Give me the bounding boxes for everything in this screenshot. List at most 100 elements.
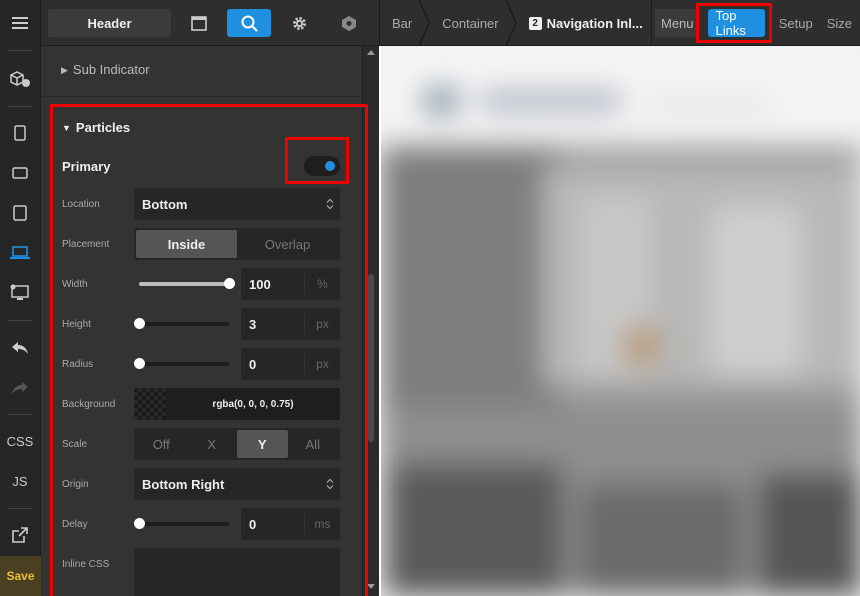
delay-value: 0 xyxy=(249,516,257,532)
tab-size[interactable]: Size xyxy=(821,9,858,37)
radius-label: Radius xyxy=(62,359,94,370)
gear-icon[interactable] xyxy=(277,9,321,37)
undo-icon[interactable] xyxy=(0,333,40,363)
delay-slider[interactable] xyxy=(134,518,229,529)
slider-thumb[interactable] xyxy=(134,318,145,329)
radius-slider[interactable] xyxy=(134,358,229,369)
breadcrumb-label: Container xyxy=(442,15,499,31)
css-button[interactable]: CSS xyxy=(0,426,40,456)
width-input[interactable]: 100 % xyxy=(241,268,340,300)
breadcrumb: Bar Container 2 Navigation Inl... xyxy=(379,0,655,46)
js-label: JS xyxy=(12,473,28,489)
breadcrumb-current-label: Navigation Inl... xyxy=(546,15,643,31)
placement-segmented: Inside Overlap xyxy=(134,228,340,260)
section-title: Particles xyxy=(75,120,131,135)
scale-all-option[interactable]: All xyxy=(288,430,339,458)
origin-value: Bottom Right xyxy=(142,476,225,492)
desktop-icon[interactable] xyxy=(0,278,40,308)
slider-thumb[interactable] xyxy=(224,278,235,289)
save-label: Save xyxy=(6,569,35,583)
phone-portrait-icon[interactable] xyxy=(0,118,40,148)
settings-panel: ▶ Sub Indicator ▼ Particles Primary Locati… xyxy=(41,46,362,596)
width-label: Width xyxy=(62,279,88,290)
tab-label: Setup xyxy=(778,15,813,31)
radius-value: 0 xyxy=(249,356,257,372)
delay-input[interactable]: 0 ms xyxy=(241,508,340,540)
site-preview[interactable] xyxy=(379,46,860,596)
header-button[interactable]: Header xyxy=(48,9,171,37)
tab-label: Size xyxy=(826,15,852,31)
laptop-icon[interactable] xyxy=(0,238,40,268)
blurred-preview-image xyxy=(381,46,860,596)
hexagon-icon[interactable] xyxy=(327,9,371,37)
delay-unit: ms xyxy=(304,514,340,534)
height-label: Height xyxy=(62,319,91,330)
element-number-badge: 2 xyxy=(528,16,542,30)
origin-label: Origin xyxy=(62,479,89,490)
updown-arrows-icon xyxy=(320,188,340,220)
tab-menu[interactable]: Menu xyxy=(655,9,700,37)
particles-section-toggle[interactable]: ▼ Particles xyxy=(62,120,130,135)
slider-thumb[interactable] xyxy=(134,518,145,529)
height-slider[interactable] xyxy=(134,318,229,329)
css-label: CSS xyxy=(6,433,34,449)
header-label: Header xyxy=(87,15,132,31)
save-button[interactable]: Save xyxy=(0,556,41,596)
hamburger-menu-icon[interactable] xyxy=(0,8,40,38)
background-color-value: rgba(0, 0, 0, 0.75) xyxy=(212,398,294,410)
caret-down-icon: ▼ xyxy=(62,123,71,133)
placement-overlap-option[interactable]: Overlap xyxy=(237,230,338,258)
search-icon[interactable] xyxy=(227,9,271,37)
top-bar: Header Bar Container 2 Navigation Inl...… xyxy=(41,0,860,46)
tab-bar: Menu Top Links Setup Size xyxy=(651,0,860,46)
radius-unit: px xyxy=(304,354,340,374)
phone-landscape-icon[interactable] xyxy=(0,158,40,188)
placement-label: Placement xyxy=(62,239,110,250)
scrollbar-thumb[interactable] xyxy=(368,274,374,442)
sub-indicator-section-toggle[interactable]: ▶ Sub Indicator xyxy=(61,62,150,77)
add-element-icon[interactable] xyxy=(0,64,40,94)
scale-x-option[interactable]: X xyxy=(187,430,238,458)
panel-scrollbar[interactable] xyxy=(362,46,378,596)
origin-select[interactable]: Bottom Right xyxy=(134,468,340,500)
scale-segmented: Off X Y All xyxy=(134,428,340,460)
location-value: Bottom xyxy=(142,196,188,212)
caret-right-icon: ▶ xyxy=(61,65,68,75)
primary-toggle[interactable] xyxy=(304,156,340,176)
breadcrumb-item-container[interactable]: Container xyxy=(424,0,517,46)
tablet-icon[interactable] xyxy=(0,198,40,228)
location-select[interactable]: Bottom xyxy=(134,188,340,220)
updown-arrows-icon xyxy=(320,468,340,500)
width-slider[interactable] xyxy=(139,278,235,289)
scroll-up-icon[interactable] xyxy=(367,50,375,55)
width-unit: % xyxy=(304,274,340,294)
tab-top-links[interactable]: Top Links xyxy=(707,8,765,38)
location-label: Location xyxy=(62,199,100,210)
slider-thumb[interactable] xyxy=(134,358,145,369)
window-icon[interactable] xyxy=(177,9,221,37)
left-rail: CSS JS Save xyxy=(0,0,41,596)
scale-off-option[interactable]: Off xyxy=(136,430,187,458)
radius-input[interactable]: 0 px xyxy=(241,348,340,380)
scale-label: Scale xyxy=(62,439,88,450)
placement-inside-option[interactable]: Inside xyxy=(136,230,237,258)
section-title: Sub Indicator xyxy=(72,62,150,77)
breadcrumb-item-bar[interactable]: Bar xyxy=(380,0,431,46)
tab-label: Top Links xyxy=(715,8,746,38)
height-unit: px xyxy=(304,314,340,334)
inline-css-label: Inline CSS xyxy=(62,559,110,570)
external-link-icon[interactable] xyxy=(0,520,40,550)
background-color-picker[interactable]: rgba(0, 0, 0, 0.75) xyxy=(134,388,340,420)
tab-setup[interactable]: Setup xyxy=(773,9,819,37)
scale-y-option[interactable]: Y xyxy=(237,430,288,458)
redo-icon[interactable] xyxy=(0,373,40,403)
breadcrumb-item-current[interactable]: 2 Navigation Inl... xyxy=(511,0,655,46)
toggle-knob xyxy=(325,161,335,171)
delay-label: Delay xyxy=(62,519,88,530)
js-button[interactable]: JS xyxy=(0,466,40,496)
background-label: Background xyxy=(62,399,116,410)
height-input[interactable]: 3 px xyxy=(241,308,340,340)
color-swatch[interactable] xyxy=(134,388,166,420)
inline-css-textarea[interactable] xyxy=(134,548,340,596)
scroll-down-icon[interactable] xyxy=(367,584,375,589)
